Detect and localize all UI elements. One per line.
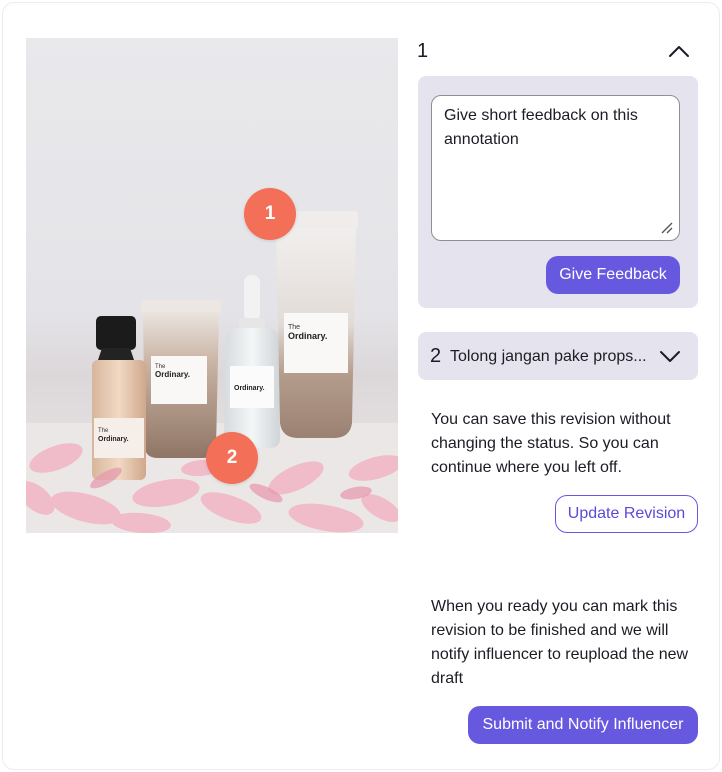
chevron-down-icon[interactable] <box>656 344 684 368</box>
submit-info: When you ready you can mark this revisio… <box>431 598 689 687</box>
svg-text:Ordinary.: Ordinary. <box>234 385 265 392</box>
svg-text:The: The <box>98 428 109 434</box>
svg-text:Ordinary.: Ordinary. <box>288 331 327 341</box>
annotation-pin-2[interactable]: 2 <box>206 432 258 484</box>
update-revision-button[interactable]: Update Revision <box>555 495 698 533</box>
chevron-up-icon[interactable] <box>664 38 694 64</box>
svg-text:Ordinary.: Ordinary. <box>98 436 129 443</box>
annotation-1-number: 1 <box>417 40 429 62</box>
annotation-2-row[interactable]: 2 Tolong jangan pake props... <box>418 332 698 380</box>
give-feedback-button[interactable]: Give Feedback <box>546 256 680 294</box>
submit-notify-button[interactable]: Submit and Notify Influencer <box>468 706 698 744</box>
feedback-input[interactable] <box>431 95 680 241</box>
product-photo: The Ordinary. The Ordinary. Ordinary. Th… <box>26 38 398 533</box>
annotation-2-text: Tolong jangan pake props... <box>450 348 647 365</box>
save-revision-info: You can save this revision without chang… <box>431 411 671 476</box>
svg-text:The: The <box>288 324 300 331</box>
svg-text:Ordinary.: Ordinary. <box>155 370 190 379</box>
annotation-2-number: 2 <box>430 345 442 367</box>
annotation-pin-1[interactable]: 1 <box>244 188 296 240</box>
